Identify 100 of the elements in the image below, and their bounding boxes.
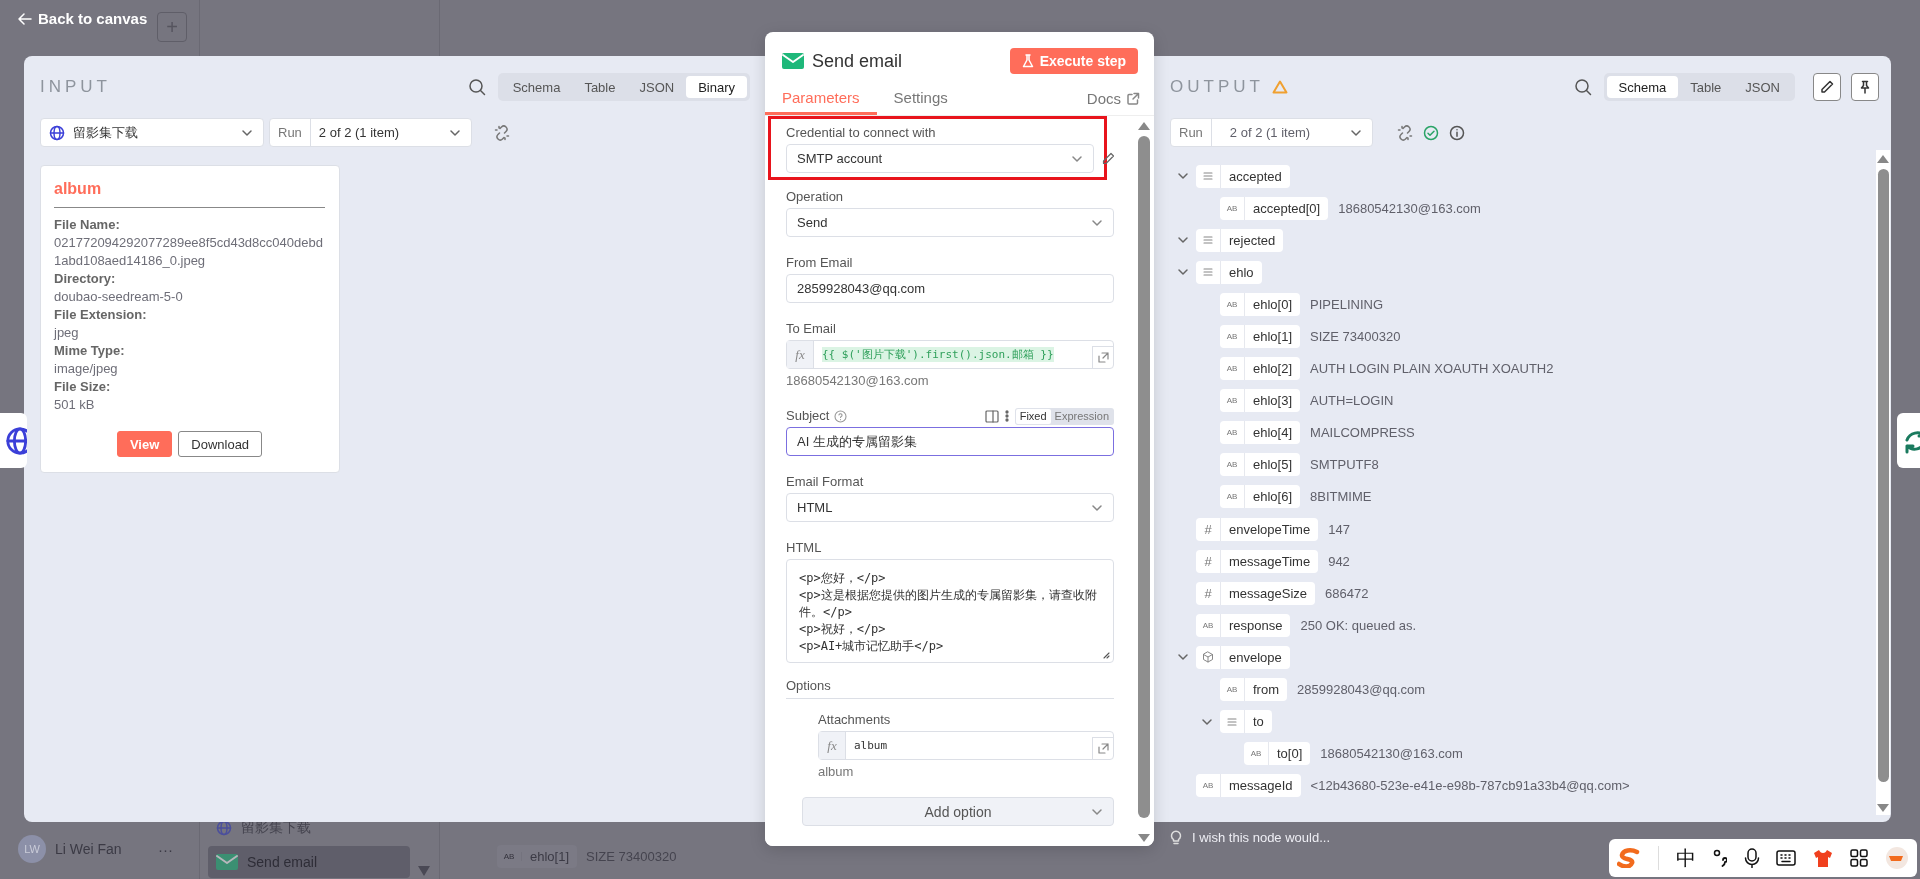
text-field[interactable]: 2859928043@qq.com: [786, 274, 1114, 303]
feedback-text: I wish this node would...: [1192, 829, 1331, 845]
envelope-icon: [782, 53, 804, 69]
tab[interactable]: Settings: [876, 89, 965, 115]
scroll-up-icon[interactable]: [1877, 155, 1889, 163]
download-button[interactable]: Download: [178, 431, 263, 457]
list-icon: [1203, 268, 1213, 277]
envelope-icon: [216, 854, 238, 870]
field-value: SIZE 73400320: [1310, 329, 1401, 344]
field-value: 686472: [1325, 585, 1369, 601]
scrollbar-thumb[interactable]: [1137, 136, 1150, 818]
microphone-icon[interactable]: [1743, 848, 1760, 868]
grid-icon[interactable]: [1850, 849, 1869, 867]
more-icon[interactable]: [1004, 410, 1009, 422]
pin-button[interactable]: [1851, 73, 1879, 101]
mode-toggle[interactable]: Fixed: [1015, 408, 1051, 424]
back-link[interactable]: Back to canvas: [18, 10, 148, 27]
scrollbar-thumb[interactable]: [1877, 169, 1889, 782]
add-option-button[interactable]: Add option: [802, 797, 1114, 826]
list-icon: [1203, 236, 1213, 245]
field-key: rejected: [1196, 228, 1284, 252]
pencil-icon: [1820, 80, 1834, 94]
keyboard-icon[interactable]: [1776, 850, 1797, 866]
globe-icon: [5, 425, 27, 456]
field-value: jpeg: [54, 324, 80, 342]
field-key: AB ehlo[2]: [1220, 357, 1301, 381]
field-key: AB ehlo[1]: [1220, 325, 1301, 348]
field-key: AB ehlo[5]: [1220, 453, 1301, 477]
open-icon[interactable]: [1097, 352, 1109, 363]
run-select[interactable]: Run 2 of 2 (1 item): [1170, 118, 1373, 147]
punctuation-icon[interactable]: [1712, 849, 1727, 867]
panel-icon[interactable]: [984, 409, 999, 423]
field-label: To Email: [786, 320, 836, 338]
link-icon[interactable]: [494, 124, 510, 141]
shirt-icon[interactable]: [1813, 849, 1834, 867]
field-value: 021772094292077289ee8f5cd43d8cc040debd1abd108aed14186_0.jpeg: [54, 234, 324, 270]
info-icon[interactable]: [1449, 124, 1465, 141]
field-value: 18680542130@163.com: [1320, 746, 1463, 762]
open-icon[interactable]: [1097, 743, 1109, 754]
external-link-icon: [1127, 92, 1140, 105]
view-tab[interactable]: JSON: [627, 76, 687, 98]
run-select[interactable]: Run 2 of 2 (1 item): [269, 118, 472, 147]
search-icon[interactable]: [1573, 78, 1592, 96]
view-tab[interactable]: Schema: [500, 76, 573, 98]
output-node-tab[interactable]: [1897, 413, 1920, 468]
expression-field[interactable]: fx album: [818, 731, 1114, 760]
field-key: AB ehlo[0]: [1220, 292, 1301, 316]
cube-icon: [1202, 651, 1214, 664]
node-title: Send email: [812, 50, 903, 72]
file-title: album: [54, 176, 325, 208]
field-label: File Extension:: [54, 306, 148, 324]
field-key: AB response: [1196, 613, 1291, 637]
field-key: AB from: [1220, 678, 1287, 702]
field-label: File Name:: [54, 216, 121, 234]
field-key: AB messageId: [1196, 774, 1301, 798]
scroll-up-icon[interactable]: [1137, 122, 1150, 130]
expression-result: album: [818, 763, 855, 781]
view-tab[interactable]: Schema: [1606, 76, 1679, 98]
view-tab[interactable]: JSON: [1733, 76, 1792, 98]
link-icon[interactable]: [1397, 124, 1413, 141]
search-icon[interactable]: [467, 78, 486, 96]
view-tab[interactable]: Table: [1678, 76, 1734, 98]
node-select[interactable]: 留影集下载: [40, 118, 264, 147]
chevron-down-icon: [1091, 806, 1103, 818]
pencil-icon[interactable]: [1102, 152, 1115, 165]
field-key: accepted: [1196, 164, 1290, 188]
input-mode[interactable]: 中: [1675, 844, 1696, 872]
view-tab[interactable]: Table: [572, 76, 628, 98]
field-value: doubao-seedream-5-0: [54, 288, 184, 306]
avatar-icon[interactable]: [1885, 846, 1909, 870]
field-key: # messageTime: [1196, 549, 1319, 573]
scroll-down-icon[interactable]: [1137, 834, 1150, 842]
select-field[interactable]: Send: [786, 208, 1114, 237]
logo-icon: [1617, 848, 1641, 868]
bulb-icon: [1170, 829, 1182, 845]
field-value: 250 OK: queued as.: [1300, 617, 1417, 633]
field-value: 501 kB: [54, 396, 96, 414]
field-key: AB accepted[0]: [1220, 196, 1329, 220]
view-tab[interactable]: Binary: [686, 76, 747, 98]
field-label: HTML: [786, 539, 822, 557]
field-value: AUTH LOGIN PLAIN XOAUTH XOAUTH2: [1310, 361, 1554, 377]
flask-icon: [1021, 54, 1034, 68]
mode-toggle[interactable]: Expression: [1050, 408, 1113, 424]
code-field[interactable]: <p>您好，</p> <p>这是根据您提供的图片生成的专属留影集，请查收附件。</p> <p>祝好，</p> <p>AI+城市记忆助手</p>: [786, 559, 1114, 663]
field-value: 2859928043@qq.com: [1297, 682, 1426, 698]
globe-icon: [216, 820, 232, 836]
expression-result: 18680542130@163.com: [786, 372, 930, 390]
field-value: 18680542130@163.com: [1338, 200, 1481, 216]
edit-button[interactable]: [1813, 73, 1841, 101]
field-label: From Email: [786, 254, 853, 272]
globe-icon: [49, 124, 65, 141]
field-label: Subject: [786, 407, 830, 425]
field-value: AUTH=LOGIN: [1310, 393, 1394, 409]
expression-field[interactable]: fx {{ $('图片下载').first().json.邮箱 }}: [786, 340, 1114, 369]
input-node-tab[interactable]: [0, 413, 27, 468]
docs-link[interactable]: Docs: [1086, 90, 1140, 107]
select-field[interactable]: HTML: [786, 493, 1114, 522]
user-name: Li Wei Fan: [55, 841, 122, 857]
scroll-down-icon[interactable]: [1877, 804, 1889, 812]
text-field[interactable]: AI 生成的专属留影集: [786, 427, 1114, 456]
